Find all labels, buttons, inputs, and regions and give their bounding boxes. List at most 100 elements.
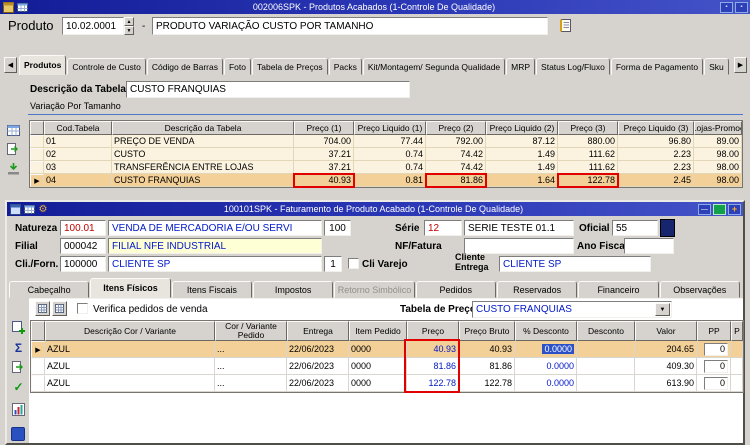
row-selector[interactable] <box>31 375 45 392</box>
tab-impostos[interactable]: Impostos <box>253 281 333 298</box>
row-selector[interactable] <box>31 358 45 375</box>
cell[interactable] <box>731 341 743 358</box>
cell[interactable]: AZUL <box>45 358 215 375</box>
verifica-pedidos-checkbox[interactable] <box>77 303 88 314</box>
column-header-preco-liquido1[interactable]: Preço Liquido (1) <box>354 121 426 135</box>
cell[interactable] <box>731 358 743 375</box>
cell[interactable]: AZUL <box>45 375 215 392</box>
cell[interactable]: TRANSFERÊNCIA ENTRE LOJAS <box>112 161 294 174</box>
tab-itens-fiscais[interactable]: Itens Fiscais <box>172 281 252 298</box>
cell[interactable]: 22/06/2023 <box>287 358 349 375</box>
filial-code-input[interactable]: 000042 <box>60 238 106 254</box>
cell[interactable]: 409.30 <box>635 358 697 375</box>
cell[interactable]: 880.00 <box>558 135 618 148</box>
cell[interactable]: 0000 <box>349 341 407 358</box>
sum-icon[interactable]: Σ <box>10 339 27 356</box>
tab-status-log-fluxo[interactable]: Status Log/Fluxo <box>536 58 610 75</box>
cell-preco[interactable]: 40.93 <box>407 341 459 358</box>
column-header-descricao[interactable]: Descrição da Tabela <box>112 121 294 135</box>
window1-titlebar-button-1[interactable]: ▪ <box>720 2 733 13</box>
cell[interactable]: 2.23 <box>618 161 694 174</box>
grid-view-button-2[interactable] <box>52 301 67 316</box>
cell[interactable]: 792.00 <box>426 135 486 148</box>
column-header-preco2[interactable]: Preço (2) <box>426 121 486 135</box>
filial-desc-field[interactable]: FILIAL NFE INDUSTRIAL <box>108 238 322 254</box>
spinner-down-button[interactable]: ▼ <box>124 26 134 35</box>
column-header-desconto[interactable]: Desconto <box>577 321 635 341</box>
column-header-entrega[interactable]: Entrega <box>287 321 349 341</box>
cell[interactable]: 1.49 <box>486 148 558 161</box>
natureza-code-input[interactable]: 100.01 <box>60 220 106 236</box>
tab-codigo-de-barras[interactable]: Código de Barras <box>147 58 223 75</box>
cell-preco[interactable]: 81.86 <box>407 358 459 375</box>
tabela-preco-combobox[interactable]: CUSTO FRANQUIAS ▼ <box>472 301 672 318</box>
window1-titlebar-button-2[interactable]: ▪ <box>735 2 748 13</box>
cell[interactable]: AZUL <box>45 341 215 358</box>
column-header-p[interactable]: P <box>731 321 743 341</box>
column-header-item-pedido[interactable]: Item Pedido <box>349 321 407 341</box>
green-button[interactable] <box>713 204 726 215</box>
cell[interactable]: 1.64 <box>486 174 558 187</box>
cell[interactable]: 0.0000 <box>515 341 577 358</box>
column-header-descricao-cor[interactable]: Descrição Cor / Variante <box>45 321 215 341</box>
lookup-button[interactable] <box>660 219 675 237</box>
grid-view-button[interactable] <box>35 301 50 316</box>
column-header-cor-pedido[interactable]: Cor / Variante Pedido <box>215 321 287 341</box>
export-icon[interactable] <box>5 141 22 158</box>
descricao-tabela-input[interactable]: CUSTO FRANQUIAS <box>126 81 410 98</box>
natureza-extra-field[interactable]: 100 <box>324 220 351 236</box>
cli-forn-extra-field[interactable]: 1 <box>324 256 342 272</box>
cell[interactable]: 98.00 <box>694 174 742 187</box>
combo-dropdown-button[interactable]: ▼ <box>655 303 670 316</box>
cell[interactable]: 0.74 <box>354 161 426 174</box>
add-button[interactable]: + <box>728 204 741 215</box>
produto-code-input[interactable]: 10.02.0001 <box>62 17 124 35</box>
row-selector[interactable] <box>30 135 44 148</box>
oficial-field[interactable]: 55 <box>612 220 658 236</box>
cell-highlighted[interactable]: 81.86 <box>426 174 486 187</box>
cell[interactable]: ... <box>215 375 287 392</box>
row-selector[interactable]: ▶ <box>31 341 45 358</box>
cell[interactable]: 0000 <box>349 358 407 375</box>
ano-fiscal-field[interactable] <box>624 238 674 254</box>
cell[interactable]: 2.45 <box>618 174 694 187</box>
add-row-icon[interactable] <box>10 319 27 336</box>
cell[interactable]: 0 <box>697 358 731 375</box>
cli-forn-code-input[interactable]: 100000 <box>60 256 106 272</box>
cell[interactable] <box>577 375 635 392</box>
column-header-pp[interactable]: PP <box>697 321 731 341</box>
tab-scroll-right-button[interactable]: ▶ <box>734 57 747 73</box>
serie-code-input[interactable]: 12 <box>424 220 462 236</box>
cell[interactable] <box>577 341 635 358</box>
cell[interactable]: 02 <box>44 148 112 161</box>
tab-pedidos[interactable]: Pedidos <box>416 281 496 298</box>
cell[interactable]: 704.00 <box>294 135 354 148</box>
tab-forma-de-pagamento[interactable]: Forma de Pagamento <box>611 58 703 75</box>
cell[interactable]: CUSTO <box>112 148 294 161</box>
row-selector[interactable] <box>30 161 44 174</box>
natureza-desc-field[interactable]: VENDA DE MERCADORIA E/OU SERVI <box>108 220 322 236</box>
cell[interactable] <box>577 358 635 375</box>
cli-varejo-checkbox[interactable] <box>348 258 359 269</box>
tab-controle-de-custo[interactable]: Controle de Custo <box>67 58 146 75</box>
cell[interactable]: 0.81 <box>354 174 426 187</box>
cell[interactable]: 03 <box>44 161 112 174</box>
cell-preco[interactable]: 122.78 <box>407 375 459 392</box>
tab-sku[interactable]: Sku <box>704 58 729 75</box>
column-header-preco3[interactable]: Preço (3) <box>558 121 618 135</box>
download-icon[interactable] <box>5 160 22 177</box>
tab-packs[interactable]: Packs <box>329 58 362 75</box>
table-icon[interactable] <box>5 122 22 139</box>
cell[interactable]: ... <box>215 341 287 358</box>
cell[interactable]: 1.49 <box>486 161 558 174</box>
cell[interactable]: PREÇO DE VENDA <box>112 135 294 148</box>
tab-cabecalho[interactable]: Cabeçalho <box>9 281 89 298</box>
cell[interactable]: 77.44 <box>354 135 426 148</box>
serie-desc-field[interactable]: SERIE TESTE 01.1 <box>464 220 574 236</box>
cell[interactable]: 0000 <box>349 375 407 392</box>
export-icon[interactable] <box>10 359 27 376</box>
chart-icon[interactable] <box>10 401 27 418</box>
cell[interactable]: 0.74 <box>354 148 426 161</box>
column-header-valor[interactable]: Valor <box>635 321 697 341</box>
cell[interactable]: 0.0000 <box>515 358 577 375</box>
